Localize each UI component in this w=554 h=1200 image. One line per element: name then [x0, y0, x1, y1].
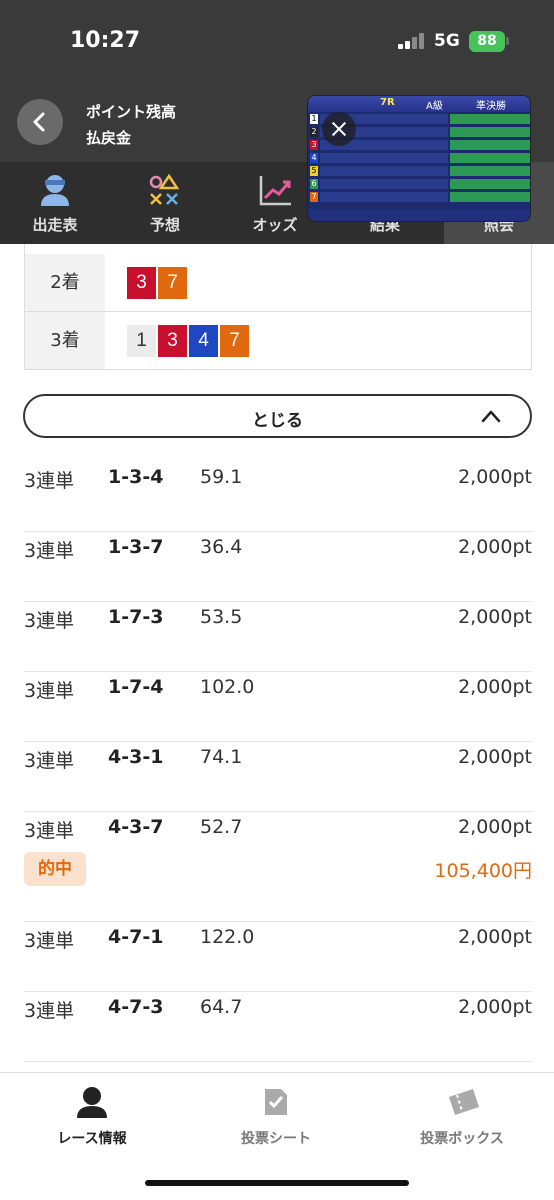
tab-entry-list[interactable]: 出走表 [0, 162, 110, 244]
bet-combination: 4-7-3 [108, 996, 164, 1018]
bet-amount: 2,000pt [458, 746, 532, 768]
bet-row: 3連単 4-7-3 64.7 2,000pt [24, 996, 532, 1062]
result-table: 2着 37 3着 1347 [24, 244, 532, 370]
result-numbers: 37 [127, 267, 189, 299]
bet-combination: 4-3-1 [108, 746, 164, 768]
boat-number: 3 [158, 325, 187, 357]
bet-combination: 4-7-1 [108, 926, 164, 948]
points-balance-label[interactable]: ポイント残高 [86, 101, 176, 122]
battery-icon: 88 [469, 31, 505, 52]
video-row: 6 [308, 178, 530, 190]
nav-label: 投票ボックス [420, 1131, 504, 1147]
bet-odds: 122.0 [200, 926, 255, 948]
video-row: 5 [308, 165, 530, 177]
tab-label: 予想 [149, 216, 180, 234]
bet-type: 3連単 [24, 1000, 75, 1022]
video-footer [308, 209, 530, 221]
bet-combination: 1-7-3 [108, 606, 164, 628]
bet-amount: 2,000pt [458, 536, 532, 558]
payout-amount: 105,400円 [434, 860, 532, 882]
chevron-up-icon [481, 410, 501, 423]
video-race-class: A級 [426, 101, 443, 112]
bet-odds: 102.0 [200, 676, 255, 698]
bet-amount: 2,000pt [458, 816, 532, 838]
tab-prediction[interactable]: 予想 [110, 162, 220, 244]
bet-amount: 2,000pt [458, 676, 532, 698]
video-race-kind: 準決勝 [476, 101, 506, 112]
app-header: 10:27 5G 88 ポイント残高 払戻金 出走表 予想 オッズ 結果 照会 … [0, 0, 554, 244]
bet-amount: 2,000pt [458, 926, 532, 948]
bet-combination: 1-3-7 [108, 536, 164, 558]
odds-chart-icon [259, 176, 291, 206]
result-row-2nd: 2着 37 [25, 254, 531, 312]
bet-row: 3連単 1-3-7 36.4 2,000pt [24, 536, 532, 602]
network-type: 5G [434, 31, 460, 51]
boat-number: 7 [220, 325, 249, 357]
boat-number: 4 [189, 325, 218, 357]
bet-combination: 1-3-4 [108, 466, 164, 488]
nav-ticket-box[interactable]: 投票ボックス [370, 1073, 554, 1173]
video-row: 7 [308, 191, 530, 203]
racer-icon [41, 175, 69, 206]
bet-row: 3連単 1-3-4 59.1 2,000pt [24, 466, 532, 532]
bet-type: 3連単 [24, 610, 75, 632]
bet-amount: 2,000pt [458, 996, 532, 1018]
home-indicator[interactable] [145, 1180, 409, 1186]
close-video-button[interactable] [322, 112, 356, 146]
back-button[interactable] [17, 99, 63, 145]
nav-label: レース情報 [57, 1131, 127, 1147]
bet-odds: 64.7 [200, 996, 243, 1018]
bet-odds: 53.5 [200, 606, 243, 628]
bet-combination: 1-7-4 [108, 676, 164, 698]
bet-type: 3連単 [24, 820, 75, 842]
bet-type: 3連単 [24, 750, 75, 772]
bet-odds: 74.1 [200, 746, 243, 768]
video-row: 4 [308, 152, 530, 164]
bet-row: 3連単 4-7-1 122.0 2,000pt [24, 926, 532, 992]
bet-row: 3連単 1-7-3 53.5 2,000pt [24, 606, 532, 672]
result-numbers: 1347 [127, 325, 251, 357]
status-bar: 10:27 5G 88 [0, 0, 554, 80]
video-header: 7R A級 準決勝 [308, 96, 530, 112]
bet-row: 3連単 4-3-1 74.1 2,000pt [24, 746, 532, 812]
bet-type: 3連単 [24, 680, 75, 702]
bet-type: 3連単 [24, 540, 75, 562]
boat-number: 7 [158, 267, 187, 299]
collapse-label: とじる [252, 411, 303, 431]
video-race-number: 7R [380, 97, 395, 108]
battery-tip [506, 37, 509, 45]
bet-odds: 52.7 [200, 816, 243, 838]
collapse-button[interactable]: とじる [23, 394, 532, 438]
signal-icon [398, 33, 426, 49]
bet-type: 3連単 [24, 930, 75, 952]
ticket-box-icon [449, 1089, 479, 1115]
bet-odds: 59.1 [200, 466, 243, 488]
bet-combination: 4-3-7 [108, 816, 164, 838]
bet-odds: 36.4 [200, 536, 243, 558]
bet-type: 3連単 [24, 470, 75, 492]
ballot-sheet-icon [265, 1089, 287, 1115]
bet-amount: 2,000pt [458, 466, 532, 488]
nav-race-info[interactable]: レース情報 [0, 1073, 184, 1173]
racer-icon [77, 1087, 107, 1118]
prediction-icon [149, 173, 180, 205]
boat-number: 3 [127, 267, 156, 299]
nav-label: 投票シート [241, 1131, 311, 1147]
bet-amount: 2,000pt [458, 606, 532, 628]
status-time: 10:27 [70, 28, 141, 53]
tab-label: 出走表 [32, 216, 78, 234]
place-label: 3着 [25, 312, 105, 369]
hit-badge: 的中 [24, 852, 86, 886]
boat-number: 1 [127, 325, 156, 357]
place-label: 2着 [25, 254, 105, 311]
bet-row: 3連単 1-7-4 102.0 2,000pt [24, 676, 532, 742]
refund-label[interactable]: 払戻金 [86, 127, 131, 148]
chevron-left-icon [33, 112, 45, 132]
bet-row: 3連単 4-3-7 52.7 2,000pt 的中 105,400円 [24, 816, 532, 922]
nav-ballot-sheet[interactable]: 投票シート [184, 1073, 368, 1173]
result-row-3rd: 3着 1347 [25, 312, 531, 370]
